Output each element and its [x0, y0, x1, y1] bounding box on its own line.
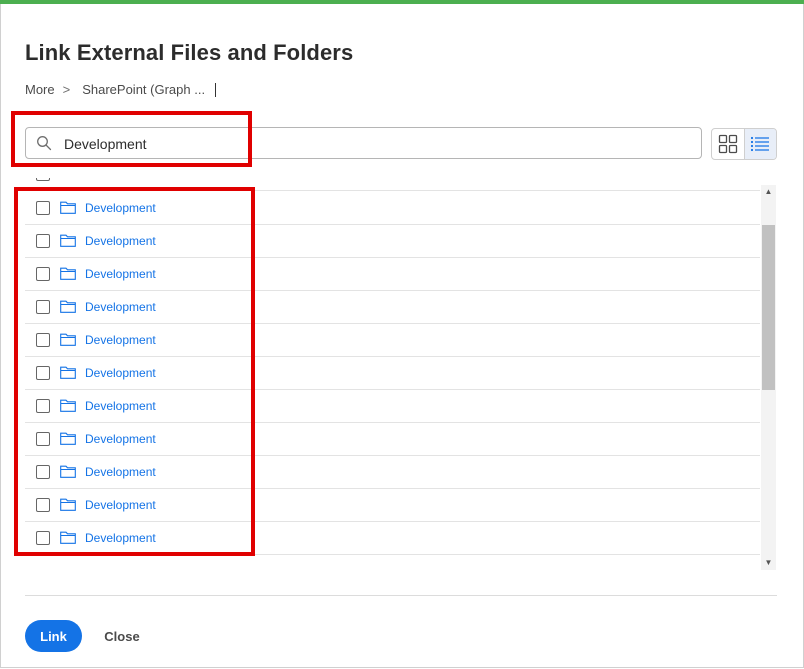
- grid-view-button[interactable]: [712, 129, 744, 159]
- row-checkbox[interactable]: [36, 178, 50, 181]
- scroll-thumb[interactable]: [762, 225, 775, 390]
- dialog-title: Link External Files and Folders: [25, 40, 354, 65]
- list-view-icon: [751, 136, 770, 152]
- scroll-down-arrow-icon[interactable]: ▼: [761, 556, 776, 570]
- text-cursor: [215, 82, 217, 97]
- link-button[interactable]: Link: [25, 620, 82, 652]
- list-view-button[interactable]: [743, 129, 776, 159]
- footer-divider: [25, 595, 777, 596]
- view-toggle: [711, 128, 777, 160]
- breadcrumb-item-sharepoint[interactable]: SharePoint (Graph ...: [82, 82, 205, 97]
- breadcrumb-item-more[interactable]: More: [25, 82, 55, 97]
- list-scrollbar[interactable]: ▲ ▼: [761, 185, 776, 570]
- annotation-highlight-search: [11, 111, 252, 167]
- breadcrumb: More > SharePoint (Graph ...: [25, 82, 217, 97]
- breadcrumb-separator: >: [62, 82, 71, 97]
- grid-view-icon: [718, 134, 737, 154]
- annotation-highlight-list: [14, 187, 255, 556]
- scroll-up-arrow-icon[interactable]: ▲: [761, 185, 776, 199]
- close-button[interactable]: Close: [96, 620, 148, 652]
